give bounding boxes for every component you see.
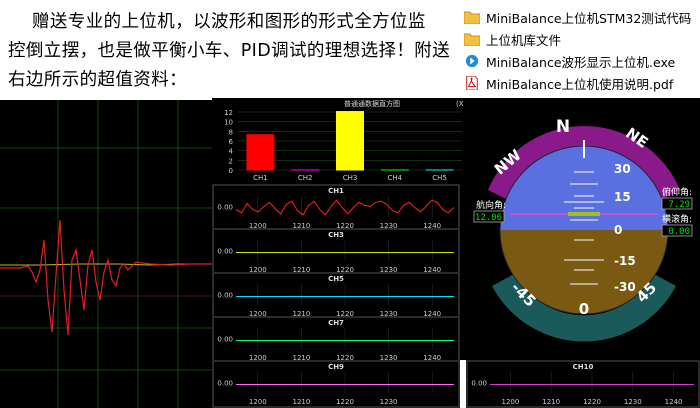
roll-label-0: 0 [579, 300, 589, 318]
bar-y-tick: 4 [229, 148, 234, 156]
bar-chart: 普通通数据直方图 (X 0 24 6 810 12 CH1 CH2 CH3 CH4 CH5 [224, 99, 464, 182]
bar-x-tick: CH1 [253, 174, 268, 182]
wave-y-tick: 0.00 [217, 292, 233, 300]
file-item-library[interactable]: 上位机库文件 [464, 28, 700, 50]
promo-line-3: 右边所示的超值资料： [8, 70, 187, 90]
bar-chart-panel: 普通通数据直方图 (X 0 2 4 6 8 10 12 CH1 CH2 CH3 CH4 CH5 [212, 98, 466, 184]
heading-value: 12.06 [475, 213, 502, 223]
wave-y-tick: 0.00 [217, 204, 233, 212]
wave-title: CH7 [328, 319, 344, 327]
roll-angle-value: 0.00 [668, 227, 690, 237]
wave-y-tick: 0.00 [217, 380, 233, 388]
pitch-label-0: 0 [614, 223, 622, 237]
file-item-pdf[interactable]: MiniBalance上位机使用说明.pdf [464, 72, 700, 94]
promo-line-1: 赠送专业的上位机，以波形和图形的形式全方位监 [32, 12, 426, 32]
wave-x-tick: 1220 [583, 398, 601, 406]
wave-x-tick: 1210 [542, 398, 560, 406]
compass-label-n: N [556, 117, 570, 137]
wave-y-tick: 0.00 [471, 380, 487, 388]
wave-chart-ch10: CH10 0.00 1200 1210 1220 1230 1240 [466, 360, 700, 408]
scope-red-trace [0, 219, 212, 336]
file-item-stm32-code[interactable]: MiniBalance上位机STM32测试代码 [464, 6, 700, 28]
bar-y-tick: 0 [229, 167, 233, 175]
wave-chart-ch9: CH9 0.00 1200 1210 1220 1230 [212, 360, 460, 408]
bar-y-tick: 6 [229, 138, 234, 146]
wave-x-tick: 1210 [292, 398, 310, 406]
wave-panel-ch7: CH7 0.00 1200 1210 1220 1230 1240 [212, 316, 460, 364]
bar-ch3 [336, 111, 364, 170]
wave-x-tick: 1230 [624, 398, 642, 406]
bar-y-tick: 2 [229, 157, 233, 165]
scope-plot [0, 100, 212, 408]
bar-ch1 [246, 134, 275, 170]
pdf-icon [466, 76, 478, 90]
promo-text: 赠送专业的上位机，以波形和图形的形式全方位监 控倒立摆，也是做平衡小车、PID调… [8, 8, 454, 95]
wave-title: CH9 [328, 363, 344, 371]
wave-title: CH5 [328, 275, 344, 283]
screenshot-root: { "promo": { "line1": "赠送专业的上位机，以波形和图形的形… [0, 0, 700, 408]
file-name: MiniBalance上位机STM32测试代码 [486, 10, 692, 26]
wave-x-tick: 1230 [380, 398, 398, 406]
wave-chart-ch3: CH30.001200 1210 1220 1230 1240 [212, 228, 460, 276]
pitch-label-30: 30 [614, 162, 631, 176]
wave-panel-ch3: CH3 0.00 1200 1210 1220 1230 1240 [212, 228, 460, 276]
wave-panel-ch10: CH10 0.00 1200 1210 1220 1230 1240 [466, 360, 700, 408]
wave-title: CH3 [328, 231, 344, 239]
file-name: 上位机库文件 [486, 32, 562, 48]
attitude-lower-strip [466, 356, 700, 360]
roll-angle-label: 横滚角: [662, 213, 692, 225]
wave-panel-ch1: CH1 0.00 1200 1210 1220 1230 1240 [212, 184, 460, 232]
scope-panel [0, 100, 212, 408]
aircraft-symbol [568, 212, 600, 216]
wave-chart-ch7: CH70.001200 1210 1220 1230 1240 [212, 316, 460, 364]
bar-x-tick: CH4 [387, 174, 402, 182]
wave-title: CH10 [573, 363, 594, 371]
pitch-label-minus30: -30 [614, 280, 636, 294]
wave-y-tick: 0.00 [217, 336, 233, 344]
file-name: MiniBalance波形显示上位机.exe [486, 54, 676, 70]
promo-line-2: 控倒立摆，也是做平衡小车、PID调试的理想选择！附送 [8, 41, 451, 61]
attitude-indicator: N NW NE 30 15 0 -15 -30 -45 0 45 航向角: 12… [473, 117, 693, 342]
bar-chart-title-suffix: (X [456, 100, 464, 108]
attitude-panel: N NW NE 30 15 0 -15 -30 -45 0 45 航向角: 12… [466, 98, 700, 356]
bar-y-tick: 12 [224, 109, 233, 117]
bar-y-tick: 8 [229, 128, 233, 136]
exe-icon [465, 54, 479, 68]
wave-x-tick: 1200 [501, 398, 519, 406]
file-item-exe[interactable]: MiniBalance波形显示上位机.exe [464, 50, 700, 72]
file-list: MiniBalance上位机STM32测试代码 上位机库文件 MiniBalan… [464, 6, 700, 94]
wave-x-tick: 1240 [665, 398, 683, 406]
bar-x-tick: CH5 [432, 174, 447, 182]
wave-chart-ch1: CH10.001200 1210 1220 1230 1240 [212, 184, 460, 232]
bar-x-tick: CH3 [343, 174, 358, 182]
bar-x-tick: CH2 [298, 174, 313, 182]
pitch-label-minus15: -15 [614, 254, 636, 268]
pitch-angle-value: 7.29 [668, 200, 690, 210]
wave-panel-ch9: CH9 0.00 1200 1210 1220 1230 [212, 360, 460, 408]
file-name: MiniBalance上位机使用说明.pdf [486, 76, 674, 92]
folder-icon [464, 11, 480, 24]
wave-y-tick: 0.00 [217, 248, 233, 256]
wave-x-tick: 1220 [336, 398, 354, 406]
wave-x-tick: 1200 [249, 398, 267, 406]
wave-panel-ch5: CH5 0.00 1200 1210 1220 1230 1240 [212, 272, 460, 320]
pitch-angle-label: 俯仰角: [662, 186, 692, 198]
wave-chart-ch5: CH50.001200 1210 1220 1230 1240 [212, 272, 460, 320]
wave-title: CH1 [328, 187, 344, 195]
folder-icon [464, 33, 480, 46]
heading-label: 航向角: [476, 199, 506, 211]
bar-chart-title: 普通通数据直方图 [344, 99, 400, 108]
pitch-label-15: 15 [614, 190, 631, 204]
bar-y-tick: 10 [224, 119, 233, 127]
